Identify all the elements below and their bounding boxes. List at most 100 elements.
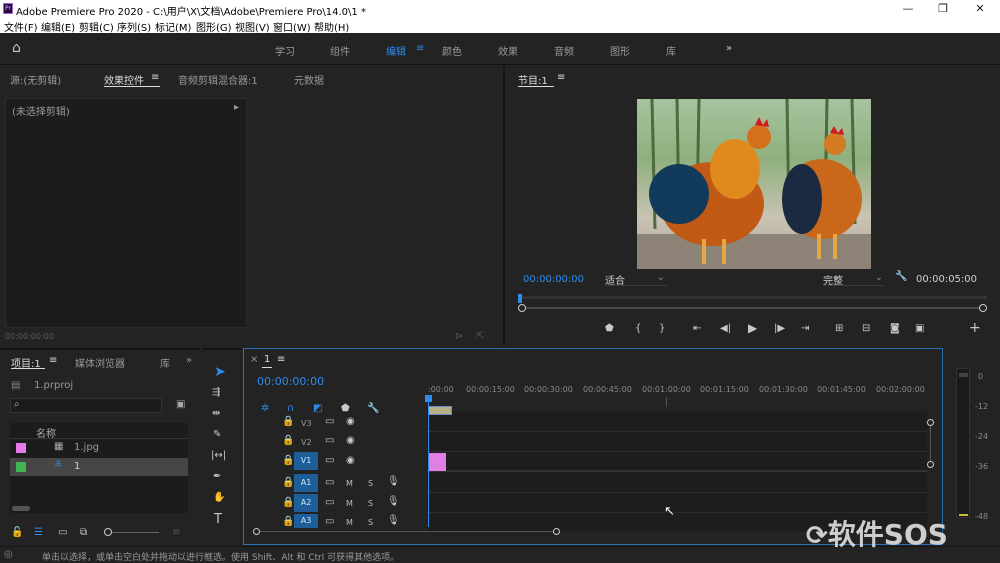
timeline-close-icon[interactable]: × [250, 354, 258, 365]
expand-arrow-icon[interactable]: ▸ [234, 102, 239, 113]
solo-button[interactable]: S [368, 518, 373, 527]
export-icon[interactable]: ⇱ [476, 331, 484, 342]
workspace-graphics[interactable]: 图形 [610, 43, 630, 58]
track-a3-target[interactable]: A3 [294, 514, 318, 528]
add-marker-icon[interactable]: ⬟ [341, 403, 350, 414]
linked-selection-icon[interactable]: ◩ [313, 403, 322, 414]
slip-tool-icon[interactable]: |↔| [211, 450, 226, 461]
solo-button[interactable]: S [368, 479, 373, 488]
close-button[interactable]: ✕ [965, 1, 995, 17]
vscroll-handle-top[interactable] [927, 419, 934, 426]
workspace-learn[interactable]: 学习 [275, 43, 295, 58]
sync-lock-icon[interactable]: ▭ [325, 477, 334, 488]
mute-button[interactable]: M [346, 479, 353, 488]
razor-tool-icon[interactable]: ✎ [213, 429, 221, 440]
mute-button[interactable]: M [346, 499, 353, 508]
mute-button[interactable]: M [346, 518, 353, 527]
more-tabs-icon[interactable]: » [186, 355, 192, 366]
program-time-ruler[interactable] [519, 296, 987, 299]
vscroll-handle-bottom[interactable] [927, 461, 934, 468]
new-bin-icon[interactable]: ▣ [176, 399, 185, 410]
track-a2-target[interactable]: A2 [294, 494, 318, 512]
project-menu-icon[interactable]: ≡ [49, 355, 57, 366]
step-forward-icon[interactable]: |▶ [774, 323, 785, 334]
program-timecode[interactable]: 00:00:00:00 [523, 274, 584, 285]
sync-lock-icon[interactable]: ▭ [325, 455, 334, 466]
playhead-line[interactable] [428, 397, 429, 527]
workspace-effects[interactable]: 效果 [498, 43, 518, 58]
home-icon[interactable]: ⌂ [12, 40, 21, 56]
filter-icon[interactable]: ⊳ [455, 331, 463, 342]
work-area-bar[interactable] [428, 406, 452, 415]
eye-icon[interactable]: ◉ [346, 435, 355, 446]
zoom-slider[interactable] [104, 532, 159, 533]
workspace-editing[interactable]: 编辑 [386, 43, 406, 58]
tab-metadata[interactable]: 元数据 [294, 72, 324, 87]
fit-dropdown[interactable]: 适合 ⌄ [605, 272, 667, 287]
button-editor-icon[interactable]: + [969, 320, 981, 336]
solo-button[interactable]: S [368, 499, 373, 508]
menu-help[interactable]: 帮助(H) [314, 19, 349, 34]
lift-icon[interactable]: ⊞ [835, 323, 843, 334]
menu-window[interactable]: 窗口(W) [273, 19, 311, 34]
timeline-horizontal-scrollbar[interactable] [255, 531, 557, 532]
comparison-view-icon[interactable]: ▣ [915, 323, 924, 334]
wrench-icon[interactable]: 🔧 [895, 271, 907, 282]
play-icon[interactable]: ▶ [748, 321, 757, 335]
sync-lock-icon[interactable]: ▭ [325, 416, 334, 427]
minimize-button[interactable]: — [893, 1, 923, 17]
quality-dropdown[interactable]: 完整 ⌄ [823, 272, 885, 287]
menu-sequence[interactable]: 序列(S) [117, 19, 151, 34]
lock-icon[interactable]: 🔒 [282, 435, 294, 446]
workspace-color[interactable]: 颜色 [442, 43, 462, 58]
lock-icon[interactable]: 🔒 [282, 497, 294, 508]
add-marker-icon[interactable]: ⬟ [605, 323, 614, 334]
mark-out-icon[interactable]: } [659, 323, 665, 334]
tab-sequence[interactable]: 1 [264, 354, 270, 365]
icon-view-icon[interactable]: ▭ [58, 527, 67, 538]
track-select-tool-icon[interactable]: ⇶ [212, 387, 220, 398]
workspace-libraries[interactable]: 库 [666, 43, 676, 58]
sync-lock-icon[interactable]: ▭ [325, 435, 334, 446]
freeform-view-icon[interactable]: ⧉ [80, 527, 87, 538]
lock-icon[interactable]: 🔒 [282, 416, 294, 427]
hand-tool-icon[interactable]: ✋ [213, 492, 225, 503]
workspace-more-icon[interactable]: » [726, 43, 732, 54]
menu-view[interactable]: 视图(V) [235, 19, 270, 34]
eye-icon[interactable]: ◉ [346, 455, 355, 466]
selection-tool-icon[interactable]: ➤ [214, 364, 226, 380]
restore-button[interactable]: ❐ [928, 1, 958, 17]
microphone-icon[interactable]: 🎙 [387, 476, 400, 487]
panel-menu-icon[interactable]: ≡ [151, 72, 159, 83]
tab-audio-clip-mixer[interactable]: 音频剪辑混合器:1 [178, 72, 258, 87]
timeline-vertical-scrollbar[interactable] [930, 421, 931, 464]
horizontal-scrollbar[interactable] [12, 506, 30, 511]
microphone-icon[interactable]: 🎙 [387, 496, 400, 507]
pen-tool-icon[interactable]: ✒ [213, 471, 221, 482]
list-view-icon[interactable]: ☰ [34, 527, 43, 538]
lock-icon[interactable]: 🔒 [282, 455, 294, 466]
menu-graphics[interactable]: 图形(G) [196, 19, 232, 34]
ripple-edit-tool-icon[interactable]: ⇹ [212, 408, 220, 419]
mark-in-icon[interactable]: { [635, 323, 641, 334]
track-v1-target[interactable]: V1 [294, 452, 318, 470]
tab-libraries[interactable]: 库 [160, 355, 170, 370]
nest-icon[interactable]: ✲ [261, 403, 269, 414]
eye-icon[interactable]: ◉ [346, 416, 355, 427]
type-tool-icon[interactable]: T [214, 512, 222, 527]
zoom-handle-left[interactable] [518, 304, 526, 312]
sync-lock-icon[interactable]: ▭ [325, 516, 334, 527]
extract-icon[interactable]: ⊟ [862, 323, 870, 334]
timeline-settings-icon[interactable]: 🔧 [367, 403, 379, 414]
tab-program[interactable]: 节目:1 [518, 72, 548, 87]
playhead-handle[interactable] [425, 395, 432, 402]
go-to-out-icon[interactable]: ⇥ [801, 323, 809, 334]
menu-edit[interactable]: 编辑(E) [41, 19, 75, 34]
tab-media-browser[interactable]: 媒体浏览器 [75, 355, 125, 370]
timeline-timecode[interactable]: 00:00:00:00 [257, 375, 324, 388]
snap-icon[interactable]: ∩ [287, 403, 294, 414]
workspace-menu-icon[interactable]: ≡ [416, 43, 424, 54]
go-to-in-icon[interactable]: ⇤ [693, 323, 701, 334]
export-frame-icon[interactable]: ◙ [890, 323, 900, 334]
scroll-handle-left[interactable] [253, 528, 260, 535]
